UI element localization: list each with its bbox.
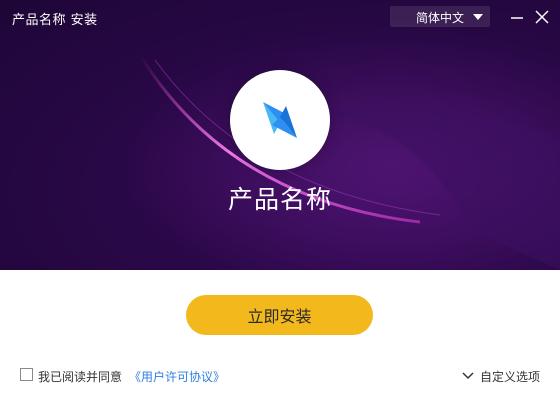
chevron-down-icon (473, 14, 483, 20)
product-logo (230, 70, 330, 170)
window-title: 产品名称 安装 (12, 13, 98, 28)
license-agreement-link[interactable]: 《用户许可协议》 (129, 368, 225, 385)
custom-options-label: 自定义选项 (480, 370, 541, 384)
lightning-logo-icon (263, 102, 297, 138)
language-selected: 简体中文 (416, 11, 465, 25)
agree-checkbox[interactable] (20, 368, 33, 381)
installer-window: 产品名称 安装 简体中文 产品名称 立即安装 我已阅读并同意 《用户许可协议》 … (0, 0, 560, 410)
agree-text: 我已阅读并同意 (38, 370, 123, 384)
close-icon[interactable] (533, 8, 551, 26)
install-now-button[interactable]: 立即安装 (186, 295, 373, 335)
title-bar: 产品名称 安装 简体中文 (0, 0, 560, 34)
product-name: 产品名称 (227, 185, 332, 214)
hero-banner: 产品名称 安装 简体中文 产品名称 (0, 0, 560, 270)
minimize-icon[interactable] (508, 8, 526, 26)
chevron-down-icon (462, 372, 474, 380)
language-select[interactable]: 简体中文 (390, 6, 490, 27)
